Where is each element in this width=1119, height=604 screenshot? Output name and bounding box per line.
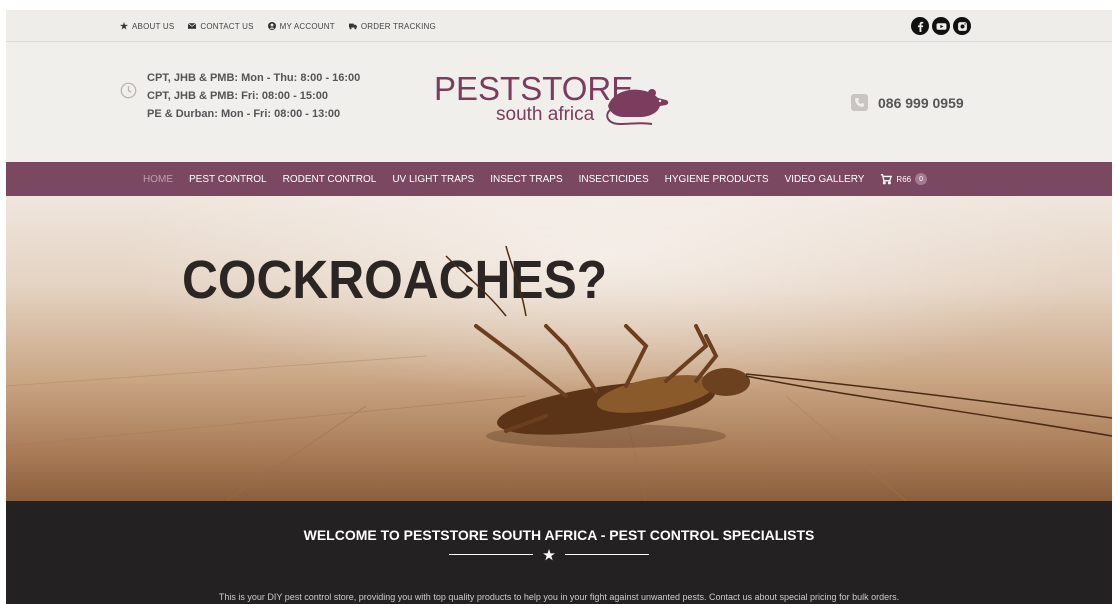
envelope-icon bbox=[188, 22, 197, 29]
my-account-label: MY ACCOUNT bbox=[279, 21, 335, 31]
page: ABOUT US CONTACT US MY ACCOUNT ORDER TRA… bbox=[0, 0, 1119, 604]
about-us-link[interactable]: ABOUT US bbox=[120, 22, 174, 31]
cart-total: R66 bbox=[896, 174, 912, 184]
divider-line bbox=[449, 554, 533, 555]
site-header: CPT, JHB & PMB: Mon - Thu: 8:00 - 16:00 … bbox=[6, 42, 1112, 162]
about-us-label: ABOUT US bbox=[132, 21, 175, 31]
hours-line: CPT, JHB & PMB: Fri: 08:00 - 15:00 bbox=[147, 90, 328, 102]
cart-count-badge: 0 bbox=[915, 173, 928, 185]
divider-line bbox=[565, 554, 649, 555]
star-icon bbox=[543, 549, 555, 561]
main-nav: HOME PEST CONTROL RODENT CONTROL UV LIGH… bbox=[6, 162, 1112, 196]
nav-item-insecticides[interactable]: INSECTICIDES bbox=[579, 174, 649, 185]
nav-item-rodent-control[interactable]: RODENT CONTROL bbox=[283, 174, 377, 185]
top-links: ABOUT US CONTACT US MY ACCOUNT ORDER TRA… bbox=[120, 10, 436, 42]
title-divider bbox=[449, 549, 669, 561]
phone-icon bbox=[851, 94, 868, 111]
nav-item-video-gallery[interactable]: VIDEO GALLERY bbox=[785, 174, 865, 185]
nav-item-uv-light-traps[interactable]: UV LIGHT TRAPS bbox=[392, 174, 474, 185]
star-icon bbox=[120, 22, 128, 30]
user-icon bbox=[267, 22, 276, 30]
facebook-icon bbox=[917, 21, 923, 32]
cart-button[interactable]: R66 0 bbox=[880, 173, 928, 185]
my-account-link[interactable]: MY ACCOUNT bbox=[267, 21, 335, 31]
instagram-button[interactable] bbox=[953, 17, 971, 35]
contact-us-label: CONTACT US bbox=[200, 21, 254, 31]
clock-icon bbox=[120, 82, 137, 99]
nav-item-home[interactable]: HOME bbox=[143, 174, 173, 185]
facebook-button[interactable] bbox=[911, 17, 929, 35]
hours-line: CPT, JHB & PMB: Mon - Thu: 8:00 - 16:00 bbox=[147, 72, 361, 84]
social-links bbox=[911, 17, 971, 35]
cart-icon bbox=[881, 174, 893, 185]
phone-contact[interactable]: 086 999 0959 bbox=[851, 94, 964, 111]
youtube-icon bbox=[936, 22, 946, 30]
instagram-icon bbox=[957, 21, 967, 31]
welcome-section: WELCOME TO PESTSTORE SOUTH AFRICA - PEST… bbox=[6, 501, 1112, 604]
truck-icon bbox=[348, 23, 357, 30]
site-logo[interactable]: PESTSTORE south africa bbox=[434, 72, 674, 132]
welcome-text: This is your DIY pest control store, pro… bbox=[218, 592, 900, 602]
cockroach-image bbox=[445, 245, 1112, 448]
order-tracking-link[interactable]: ORDER TRACKING bbox=[348, 21, 436, 31]
nav-item-insect-traps[interactable]: INSECT TRAPS bbox=[490, 174, 562, 185]
youtube-button[interactable] bbox=[932, 17, 950, 35]
hero-banner[interactable]: COCKROACHES? bbox=[6, 196, 1112, 501]
phone-number: 086 999 0959 bbox=[878, 94, 964, 111]
hours-line: PE & Durban: Mon - Fri: 08:00 - 13:00 bbox=[147, 108, 341, 120]
contact-us-link[interactable]: CONTACT US bbox=[188, 22, 253, 31]
top-utility-bar: ABOUT US CONTACT US MY ACCOUNT ORDER TRA… bbox=[6, 10, 1112, 42]
nav-item-hygiene-products[interactable]: HYGIENE PRODUCTS bbox=[665, 174, 769, 185]
hours-list: CPT, JHB & PMB: Mon - Thu: 8:00 - 16:00 … bbox=[147, 72, 360, 120]
opening-hours: CPT, JHB & PMB: Mon - Thu: 8:00 - 16:00 … bbox=[120, 72, 360, 120]
logo-tagline: south africa bbox=[496, 104, 595, 125]
order-tracking-label: ORDER TRACKING bbox=[360, 21, 436, 31]
rat-icon bbox=[606, 89, 669, 126]
nav-item-pest-control[interactable]: PEST CONTROL bbox=[189, 174, 267, 185]
welcome-title: WELCOME TO PESTSTORE SOUTH AFRICA - PEST… bbox=[303, 527, 815, 543]
